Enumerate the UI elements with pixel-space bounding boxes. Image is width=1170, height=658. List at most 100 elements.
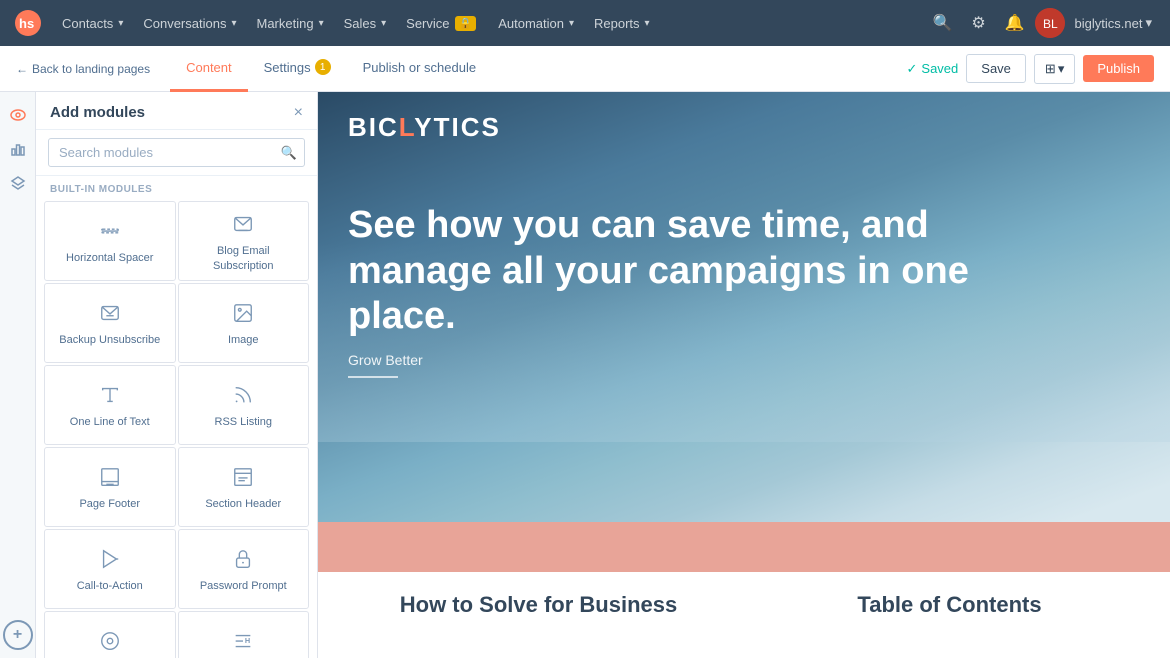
top-nav: hs Contacts ▾ Conversations ▾ Marketing …	[0, 0, 1170, 46]
header-icon: H	[232, 630, 254, 655]
nav-service[interactable]: Service 🔒	[396, 0, 488, 46]
chevron-down-icon: ▾	[381, 18, 386, 29]
main-layout: + Add modules × 🔍 BUILT-IN MODULES Horiz…	[0, 92, 1170, 658]
sidebar-icon-add[interactable]: +	[3, 620, 33, 650]
module-page-footer[interactable]: Page Footer	[44, 447, 176, 527]
account-menu[interactable]: biglytics.net ▾	[1069, 15, 1158, 31]
module-label: Blog Email Subscription	[187, 244, 301, 273]
hero-logo-text: BICLYTICS	[348, 112, 501, 142]
module-password[interactable]: Password Prompt	[178, 529, 310, 609]
second-nav: ← Back to landing pages Content Settings…	[0, 46, 1170, 92]
sidebar-icon-layers[interactable]	[3, 168, 33, 198]
bottom-heading-2: Table of Contents	[759, 592, 1140, 618]
tab-content[interactable]: Content	[170, 46, 248, 92]
section-header-icon	[232, 466, 254, 491]
rss-icon	[232, 384, 254, 409]
add-modules-panel: Add modules × 🔍 BUILT-IN MODULES Horizon…	[36, 92, 318, 658]
module-logo[interactable]: Logo	[44, 611, 176, 658]
nav-conversations[interactable]: Conversations ▾	[133, 0, 246, 46]
hero-section: BICLYTICS See how you can save time, and…	[318, 92, 1170, 522]
sidebar-icons: +	[0, 92, 36, 658]
arrow-left-icon: ←	[16, 62, 28, 76]
panel-title: Add modules	[50, 104, 145, 121]
svg-text:BL: BL	[1043, 17, 1058, 31]
module-section-header[interactable]: Section Header	[178, 447, 310, 527]
sidebar-icon-chart[interactable]	[3, 134, 33, 164]
module-text[interactable]: One Line of Text	[44, 365, 176, 445]
logo-icon	[99, 630, 121, 655]
module-label: One Line of Text	[70, 415, 150, 429]
module-label: Page Footer	[79, 497, 140, 511]
nav-automation[interactable]: Automation ▾	[488, 0, 584, 46]
avatar[interactable]: BL	[1035, 8, 1065, 38]
image-icon	[232, 302, 254, 327]
search-modules-input[interactable]	[48, 138, 305, 167]
built-in-modules-label: BUILT-IN MODULES	[36, 176, 317, 201]
hubspot-logo[interactable]: hs	[12, 7, 44, 39]
nav-reports[interactable]: Reports ▾	[584, 0, 660, 46]
hero-headline: See how you can save time, and manage al…	[348, 203, 998, 340]
publish-button[interactable]: Publish	[1083, 55, 1154, 82]
bottom-col-1: How to Solve for Business	[348, 592, 729, 652]
module-blog-email[interactable]: Blog Email Subscription	[178, 201, 310, 281]
saved-indicator: ✓ Saved	[907, 61, 959, 77]
chevron-down-icon: ▾	[319, 18, 324, 29]
chevron-down-icon: ▾	[1145, 15, 1152, 31]
password-icon	[232, 548, 254, 573]
module-cta[interactable]: Call-to-Action	[44, 529, 176, 609]
svg-text:H: H	[245, 636, 250, 645]
close-button[interactable]: ×	[294, 105, 303, 121]
hero-divider	[348, 376, 398, 378]
hero-subtext: Grow Better	[348, 352, 1140, 368]
hero-logo: BICLYTICS	[348, 112, 1140, 143]
chevron-down-icon: ▾	[118, 18, 123, 29]
footer-icon	[99, 466, 121, 491]
svg-text:hs: hs	[19, 16, 34, 31]
nav-contacts[interactable]: Contacts ▾	[52, 0, 133, 46]
nav-marketing[interactable]: Marketing ▾	[246, 0, 333, 46]
salmon-strip	[318, 522, 1170, 572]
module-label: Section Header	[205, 497, 281, 511]
save-button[interactable]: Save	[966, 54, 1026, 83]
panel-header: Add modules ×	[36, 92, 317, 130]
chevron-down-icon: ▾	[231, 18, 236, 29]
settings-badge: 1	[315, 59, 331, 75]
spacer-icon	[99, 220, 121, 245]
check-icon: ✓	[907, 61, 918, 77]
email-icon	[232, 213, 254, 238]
tab-publish[interactable]: Publish or schedule	[347, 46, 492, 92]
text-icon	[99, 384, 121, 409]
module-rss[interactable]: RSS Listing	[178, 365, 310, 445]
chevron-down-icon: ▾	[645, 18, 650, 29]
hero-content: See how you can save time, and manage al…	[348, 203, 1140, 378]
search-icon: 🔍	[281, 145, 297, 161]
module-label: Backup Unsubscribe	[59, 333, 160, 347]
module-label: Horizontal Spacer	[66, 251, 153, 265]
module-label: Image	[228, 333, 259, 347]
search-icon[interactable]: 🔍	[927, 7, 959, 39]
notifications-icon[interactable]: 🔔	[999, 7, 1031, 39]
module-image[interactable]: Image	[178, 283, 310, 363]
lock-badge: 🔒	[455, 16, 477, 31]
settings-icon[interactable]: ⚙	[963, 7, 995, 39]
module-horizontal-spacer[interactable]: Horizontal Spacer	[44, 201, 176, 281]
cta-icon	[99, 548, 121, 573]
unsubscribe-icon	[99, 302, 121, 327]
bottom-section: How to Solve for Business Table of Conte…	[318, 572, 1170, 658]
content-area: BICLYTICS See how you can save time, and…	[318, 92, 1170, 658]
bottom-heading-1: How to Solve for Business	[348, 592, 729, 618]
modules-grid: Horizontal Spacer Blog Email Subscriptio…	[36, 201, 317, 658]
bottom-col-2: Table of Contents	[759, 592, 1140, 652]
chevron-down-icon: ▾	[1058, 61, 1065, 77]
editor-tabs: Content Settings 1 Publish or schedule	[170, 46, 906, 92]
tab-settings[interactable]: Settings 1	[248, 46, 347, 92]
nav-sales[interactable]: Sales ▾	[334, 0, 397, 46]
view-toggle-button[interactable]: ⊞ ▾	[1034, 54, 1075, 84]
back-to-landing-pages[interactable]: ← Back to landing pages	[16, 62, 150, 76]
sidebar-icon-eye[interactable]	[3, 100, 33, 130]
module-header[interactable]: H Header	[178, 611, 310, 658]
grid-icon: ⊞	[1045, 61, 1056, 77]
module-backup-unsubscribe[interactable]: Backup Unsubscribe	[44, 283, 176, 363]
module-label: Call-to-Action	[77, 579, 143, 593]
module-label: Password Prompt	[200, 579, 287, 593]
